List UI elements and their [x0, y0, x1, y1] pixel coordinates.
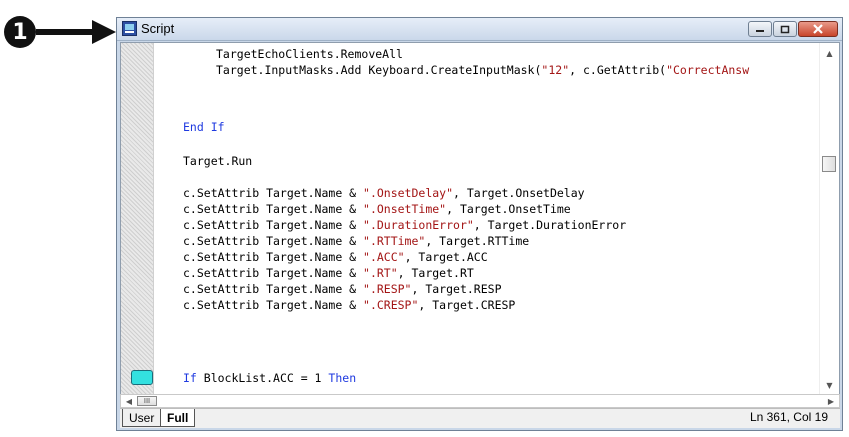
- callout-arrow-icon: [36, 20, 116, 44]
- code-token: c.SetAttrib Target.Name &: [183, 282, 364, 296]
- code-token: ".OnsetTime": [363, 202, 447, 216]
- code-token: If: [183, 371, 197, 385]
- code-token: Target.InputMasks.Add Keyboard.CreateInp…: [216, 63, 542, 77]
- code-token: End If: [183, 120, 225, 134]
- code-token: , Target.OnsetDelay: [453, 186, 585, 200]
- maximize-icon: [780, 25, 790, 33]
- code-line: Target.Run: [183, 153, 252, 169]
- code-token: "12": [541, 63, 570, 77]
- code-token: ".CRESP": [363, 298, 419, 312]
- vertical-scroll-thumb[interactable]: [822, 156, 836, 172]
- code-area[interactable]: TargetEchoClients.RemoveAll Target.Input…: [121, 43, 820, 395]
- horizontal-scrollbar[interactable]: ◀ III ▶: [120, 394, 840, 408]
- maximize-button[interactable]: [773, 21, 797, 37]
- code-line: c.SetAttrib Target.Name & ".RESP", Targe…: [183, 281, 502, 297]
- code-token: , Target.OnsetTime: [446, 202, 571, 216]
- code-line: c.SetAttrib Target.Name & ".CRESP", Targ…: [183, 297, 515, 313]
- callout-number: 1: [4, 16, 36, 48]
- close-icon: [813, 24, 823, 34]
- code-token: , Target.RESP: [411, 282, 502, 296]
- code-line: c.SetAttrib Target.Name & ".ACC", Target…: [183, 249, 488, 265]
- status-bar: User Full Ln 361, Col 19: [120, 408, 840, 428]
- code-token: , Target.RTTime: [425, 234, 530, 248]
- bookmark-marker[interactable]: [131, 370, 153, 385]
- code-line: c.SetAttrib Target.Name & ".RTTime", Tar…: [183, 233, 529, 249]
- code-token: ".RTTime": [363, 234, 426, 248]
- code-token: "CorrectAnsw: [666, 63, 750, 77]
- code-token: , Target.ACC: [404, 250, 488, 264]
- tab-user[interactable]: User: [122, 409, 161, 427]
- code-token: c.SetAttrib Target.Name &: [183, 266, 364, 280]
- scroll-left-icon[interactable]: ◀: [122, 395, 136, 407]
- code-token: ".DurationError": [363, 218, 474, 232]
- code-line: c.SetAttrib Target.Name & ".OnsetTime", …: [183, 201, 571, 217]
- code-token: c.SetAttrib Target.Name &: [183, 298, 364, 312]
- minimize-icon: [756, 30, 764, 32]
- code-line: c.SetAttrib Target.Name & ".OnsetDelay",…: [183, 185, 585, 201]
- close-button[interactable]: [798, 21, 838, 37]
- code-token: TargetEchoClients.RemoveAll: [216, 47, 403, 61]
- code-line: TargetEchoClients.RemoveAll: [216, 46, 403, 62]
- code-token: , Target.CRESP: [418, 298, 516, 312]
- code-line: Target.InputMasks.Add Keyboard.CreateInp…: [216, 62, 749, 78]
- code-token: ".OnsetDelay": [363, 186, 454, 200]
- code-token: , Target.DurationError: [473, 218, 627, 232]
- script-window-icon: [122, 21, 137, 36]
- code-token: c.SetAttrib Target.Name &: [183, 250, 364, 264]
- code-token: ".RT": [363, 266, 398, 280]
- code-token: , Target.RT: [397, 266, 474, 280]
- code-token: Target.Run: [183, 154, 253, 168]
- code-token: Then: [328, 371, 357, 385]
- scroll-up-icon[interactable]: ▲: [820, 45, 839, 61]
- code-token: c.SetAttrib Target.Name &: [183, 202, 364, 216]
- code-line: If BlockList.ACC = 1 Then: [183, 370, 356, 386]
- code-token: BlockList.ACC = 1: [196, 371, 329, 385]
- scroll-down-icon[interactable]: ▼: [820, 377, 839, 393]
- script-window: Script TargetEchoClients.RemoveAll Targe…: [116, 17, 843, 431]
- code-token: c.SetAttrib Target.Name &: [183, 218, 364, 232]
- scroll-right-icon[interactable]: ▶: [824, 395, 838, 407]
- code-token: , c.GetAttrib(: [569, 63, 667, 77]
- minimize-button[interactable]: [748, 21, 772, 37]
- code-token: c.SetAttrib Target.Name &: [183, 186, 364, 200]
- code-line: End If: [183, 119, 225, 135]
- vertical-scrollbar[interactable]: ▲ ▼: [819, 43, 839, 395]
- code-token: c.SetAttrib Target.Name &: [183, 234, 364, 248]
- cursor-position: Ln 361, Col 19: [749, 410, 828, 424]
- window-title: Script: [141, 21, 175, 36]
- tab-full[interactable]: Full: [160, 409, 196, 427]
- code-token: ".RESP": [363, 282, 412, 296]
- code-line: c.SetAttrib Target.Name & ".RT", Target.…: [183, 265, 474, 281]
- code-editor[interactable]: TargetEchoClients.RemoveAll Target.Input…: [120, 42, 840, 396]
- code-token: ".ACC": [363, 250, 405, 264]
- horizontal-scroll-thumb[interactable]: III: [137, 396, 157, 406]
- title-bar[interactable]: Script: [117, 18, 842, 41]
- code-line: c.SetAttrib Target.Name & ".DurationErro…: [183, 217, 626, 233]
